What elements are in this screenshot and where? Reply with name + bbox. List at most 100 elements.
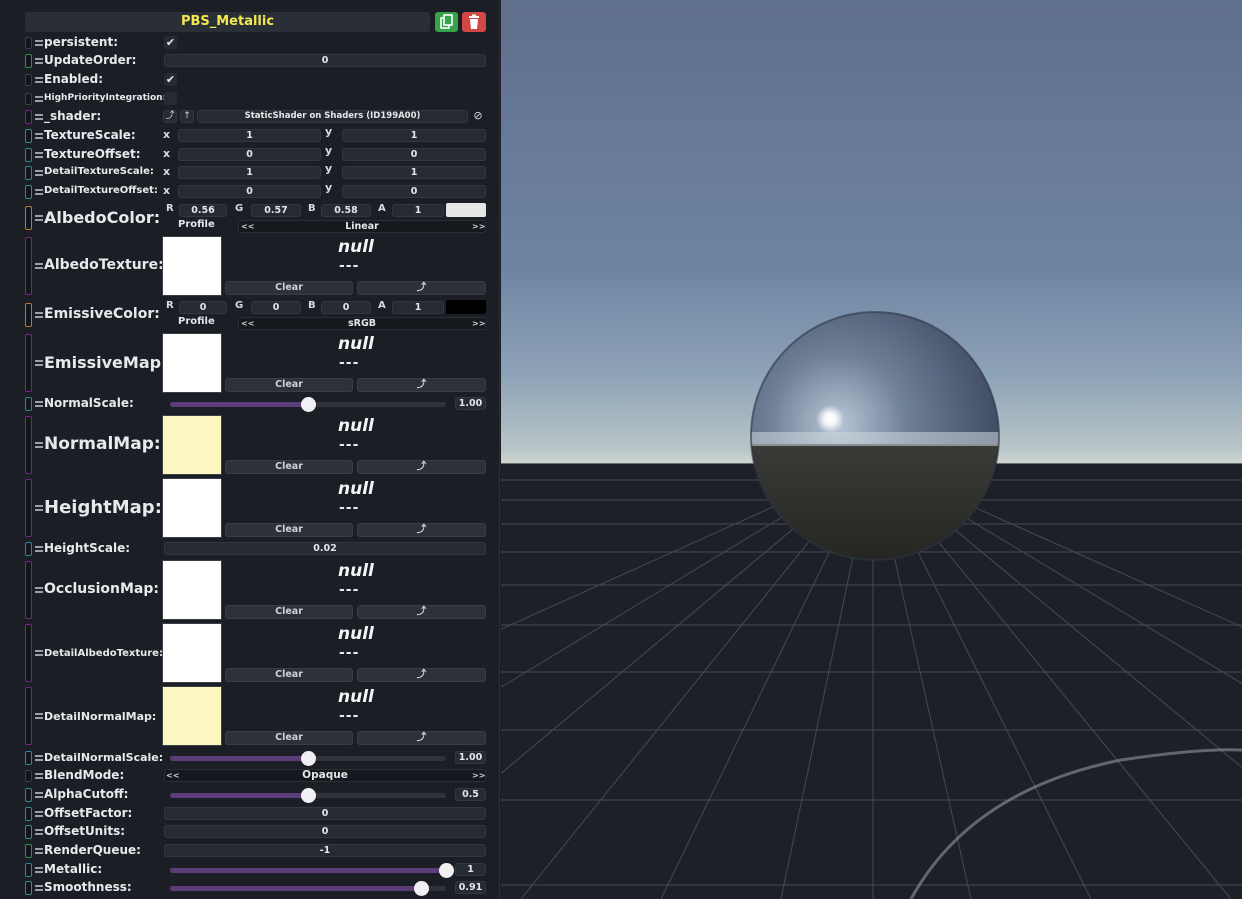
drag-handle[interactable] bbox=[25, 624, 32, 682]
albedo-texture-clear-button[interactable]: Clear bbox=[225, 281, 353, 295]
profile-prev-icon[interactable]: << bbox=[241, 222, 254, 231]
shader-reference-field[interactable]: StaticShader on Shaders (ID199A00) bbox=[197, 110, 468, 123]
slider-knob[interactable] bbox=[301, 751, 316, 766]
menu-icon[interactable] bbox=[35, 40, 43, 46]
height-map-preview[interactable] bbox=[162, 478, 222, 538]
drag-handle[interactable] bbox=[25, 148, 32, 162]
blend-prev-icon[interactable]: << bbox=[166, 771, 179, 780]
blend-mode-selector[interactable]: Opaque bbox=[164, 769, 486, 782]
shader-up-icon[interactable]: ↑ bbox=[180, 110, 194, 123]
slider-knob[interactable] bbox=[414, 881, 430, 896]
smoothness-value[interactable]: 0.91 bbox=[455, 881, 486, 894]
texture-offset-x-field[interactable]: 0 bbox=[178, 148, 321, 161]
render-queue-field[interactable]: -1 bbox=[164, 844, 486, 857]
height-map-clear-button[interactable]: Clear bbox=[225, 523, 353, 537]
albedo-r-field[interactable]: 0.56 bbox=[179, 204, 227, 217]
detail-normal-scale-slider[interactable] bbox=[170, 751, 446, 766]
scene-viewport[interactable] bbox=[501, 0, 1242, 899]
texture-scale-x-field[interactable]: 1 bbox=[178, 129, 321, 142]
emissive-profile-selector[interactable]: sRGB bbox=[238, 317, 486, 330]
emissive-color-swatch[interactable] bbox=[446, 300, 486, 314]
menu-icon[interactable] bbox=[35, 650, 43, 656]
emissive-g-field[interactable]: 0 bbox=[251, 301, 301, 314]
emissive-map-clear-button[interactable]: Clear bbox=[225, 378, 353, 392]
emissive-r-field[interactable]: 0 bbox=[179, 301, 227, 314]
menu-icon[interactable] bbox=[35, 773, 43, 779]
detail-texture-scale-y-field[interactable]: 1 bbox=[342, 166, 486, 179]
drag-handle[interactable] bbox=[25, 687, 32, 745]
drag-handle[interactable] bbox=[25, 863, 32, 877]
emissive-map-preview[interactable] bbox=[162, 333, 222, 393]
albedo-b-field[interactable]: 0.58 bbox=[321, 204, 371, 217]
drag-handle[interactable] bbox=[25, 185, 32, 199]
drag-handle[interactable] bbox=[25, 166, 32, 180]
albedo-texture-preview[interactable] bbox=[162, 236, 222, 296]
profile-prev-icon[interactable]: << bbox=[241, 319, 254, 328]
emissive-a-field[interactable]: 1 bbox=[392, 301, 444, 314]
occlusion-map-pick-button[interactable]: ⤴ bbox=[357, 605, 486, 619]
shader-clear-icon[interactable]: ⊘ bbox=[471, 110, 485, 123]
offset-units-field[interactable]: 0 bbox=[164, 825, 486, 838]
drag-handle[interactable] bbox=[25, 770, 32, 782]
menu-icon[interactable] bbox=[35, 546, 43, 552]
alpha-cutoff-slider[interactable] bbox=[170, 788, 446, 803]
drag-handle[interactable] bbox=[25, 788, 32, 802]
alpha-cutoff-value[interactable]: 0.5 bbox=[455, 788, 486, 801]
emissive-map-pick-button[interactable]: ⤴ bbox=[357, 378, 486, 392]
menu-icon[interactable] bbox=[35, 811, 43, 817]
update-order-field[interactable]: 0 bbox=[164, 54, 486, 67]
blend-next-icon[interactable]: >> bbox=[472, 771, 485, 780]
shader-pick-icon[interactable]: ⤴ bbox=[163, 110, 177, 123]
menu-icon[interactable] bbox=[35, 152, 43, 158]
detail-texture-offset-y-field[interactable]: 0 bbox=[342, 185, 486, 198]
albedo-profile-selector[interactable]: Linear bbox=[238, 220, 486, 233]
drag-handle[interactable] bbox=[25, 844, 32, 858]
slider-knob[interactable] bbox=[301, 788, 316, 803]
texture-offset-y-field[interactable]: 0 bbox=[342, 148, 486, 161]
detail-albedo-texture-pick-button[interactable]: ⤴ bbox=[357, 668, 486, 682]
menu-icon[interactable] bbox=[35, 829, 43, 835]
slider-knob[interactable] bbox=[301, 397, 316, 412]
menu-icon[interactable] bbox=[35, 96, 43, 102]
drag-handle[interactable] bbox=[25, 237, 32, 295]
menu-icon[interactable] bbox=[35, 360, 43, 366]
detail-normal-scale-value[interactable]: 1.00 bbox=[455, 751, 486, 764]
menu-icon[interactable] bbox=[35, 755, 43, 761]
profile-next-icon[interactable]: >> bbox=[472, 222, 485, 231]
metallic-value[interactable]: 1 bbox=[455, 863, 486, 876]
menu-icon[interactable] bbox=[35, 77, 43, 83]
normal-scale-slider[interactable] bbox=[170, 397, 446, 412]
occlusion-map-preview[interactable] bbox=[162, 560, 222, 620]
menu-icon[interactable] bbox=[35, 792, 43, 798]
menu-icon[interactable] bbox=[35, 442, 43, 448]
occlusion-map-clear-button[interactable]: Clear bbox=[225, 605, 353, 619]
menu-icon[interactable] bbox=[35, 263, 43, 269]
normal-scale-value[interactable]: 1.00 bbox=[455, 397, 486, 410]
drag-handle[interactable] bbox=[25, 542, 32, 556]
menu-icon[interactable] bbox=[35, 189, 43, 195]
albedo-texture-pick-button[interactable]: ⤴ bbox=[357, 281, 486, 295]
detail-albedo-texture-clear-button[interactable]: Clear bbox=[225, 668, 353, 682]
normal-map-preview[interactable] bbox=[162, 415, 222, 475]
drag-handle[interactable] bbox=[25, 416, 32, 474]
smoothness-slider[interactable] bbox=[170, 881, 446, 896]
drag-handle[interactable] bbox=[25, 93, 32, 105]
menu-icon[interactable] bbox=[35, 312, 43, 318]
drag-handle[interactable] bbox=[25, 397, 32, 411]
drag-handle[interactable] bbox=[25, 807, 32, 821]
high-priority-checkbox[interactable] bbox=[164, 92, 177, 105]
height-map-pick-button[interactable]: ⤴ bbox=[357, 523, 486, 537]
detail-normal-map-clear-button[interactable]: Clear bbox=[225, 731, 353, 745]
slider-knob[interactable] bbox=[439, 863, 454, 878]
emissive-b-field[interactable]: 0 bbox=[321, 301, 371, 314]
offset-factor-field[interactable]: 0 bbox=[164, 807, 486, 820]
detail-texture-scale-x-field[interactable]: 1 bbox=[178, 166, 321, 179]
menu-icon[interactable] bbox=[35, 587, 43, 593]
drag-handle[interactable] bbox=[25, 37, 32, 49]
persistent-checkbox[interactable]: ✔ bbox=[164, 36, 177, 49]
albedo-color-swatch[interactable] bbox=[446, 203, 486, 217]
menu-icon[interactable] bbox=[35, 170, 43, 176]
drag-handle[interactable] bbox=[25, 74, 32, 86]
drag-handle[interactable] bbox=[25, 129, 32, 143]
menu-icon[interactable] bbox=[35, 114, 43, 120]
